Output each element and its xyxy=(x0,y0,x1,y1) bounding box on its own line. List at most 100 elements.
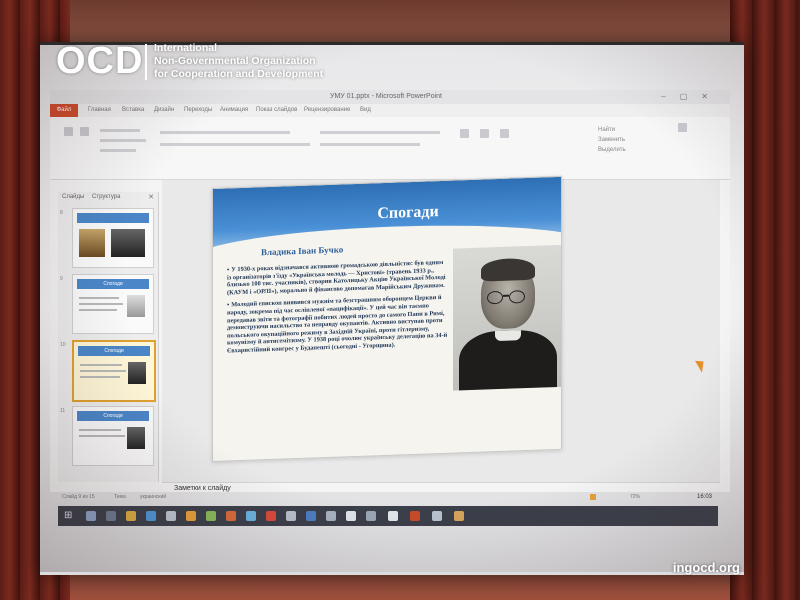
slide-number: 10 xyxy=(60,342,66,348)
status-bar: Слайд 9 из 15 Тема украинский 72% 16:03 xyxy=(50,492,730,502)
app-icon[interactable] xyxy=(366,511,376,521)
powerpoint-icon[interactable] xyxy=(410,511,420,521)
tab-animation[interactable]: Анимация xyxy=(220,107,248,113)
slide-counter: Слайд 9 из 15 xyxy=(62,494,95,500)
paste-icon[interactable] xyxy=(64,127,73,136)
shapes-icon[interactable] xyxy=(460,129,469,138)
app-icon[interactable] xyxy=(286,511,296,521)
thumb-text-line xyxy=(80,376,120,378)
thumb-photo xyxy=(127,295,145,317)
app-icon[interactable] xyxy=(206,511,216,521)
app-icon[interactable] xyxy=(166,511,176,521)
bullet-icon: ▪ xyxy=(227,301,230,309)
ribbon-group xyxy=(100,129,140,132)
normal-view-icon[interactable] xyxy=(590,494,596,500)
wall xyxy=(70,0,730,48)
paragraph-group xyxy=(320,143,420,146)
select-button[interactable]: Выделить xyxy=(598,147,626,153)
organization-name: International Non-Governmental Organizat… xyxy=(154,42,323,81)
thumb-photo xyxy=(127,427,145,449)
thumb-text-line xyxy=(79,309,117,311)
thumb-text-line xyxy=(79,303,123,305)
thumb-header: Спогади xyxy=(78,346,150,356)
slide-paragraph: ▪ У 1930-х роках відзначався активною гро… xyxy=(227,259,449,297)
font-group xyxy=(160,131,290,134)
tab-slideshow[interactable]: Показ слайдов xyxy=(256,107,297,113)
thumb-text-line xyxy=(80,370,126,372)
thumb-title: Спогади xyxy=(104,348,124,354)
notes-placeholder: Заметки к слайду xyxy=(174,485,231,492)
ribbon-group xyxy=(100,149,136,152)
thumb-text-line xyxy=(79,435,125,437)
logo-divider xyxy=(145,44,147,80)
browser-icon[interactable] xyxy=(146,511,156,521)
slide-thumbnail[interactable] xyxy=(72,208,154,268)
app-icon[interactable] xyxy=(306,511,316,521)
tab-review[interactable]: Рецензирование xyxy=(304,107,350,113)
replace-button[interactable]: Заменить xyxy=(598,137,625,143)
current-slide[interactable]: Спогади Владика Іван Бучко ▪ У 1930-х рок… xyxy=(212,175,562,463)
app-icon[interactable] xyxy=(246,511,256,521)
slide-number: 9 xyxy=(60,276,63,282)
thumb-header xyxy=(77,213,149,223)
search-icon[interactable] xyxy=(86,511,96,521)
app-icon[interactable] xyxy=(266,511,276,521)
app-icon[interactable] xyxy=(226,511,236,521)
slide-thumbnail[interactable]: Спогади xyxy=(72,406,154,466)
document-icon[interactable] xyxy=(678,123,687,132)
find-button[interactable]: Найти xyxy=(598,127,615,133)
app-icon[interactable] xyxy=(326,511,336,521)
app-icon[interactable] xyxy=(186,511,196,521)
bullet-icon: ▪ xyxy=(227,266,230,274)
tab-transitions[interactable]: Переходы xyxy=(184,107,212,113)
task-view-icon[interactable] xyxy=(106,511,116,521)
slide-number: 8 xyxy=(60,210,63,216)
clock: 16:03 xyxy=(696,494,712,500)
org-line: Non-Governmental Organization xyxy=(154,55,316,67)
tab-insert[interactable]: Вставка xyxy=(122,107,144,113)
file-tab[interactable]: Файл xyxy=(50,104,78,117)
ribbon-tabs: Главная Вставка Дизайн Переходы Анимация… xyxy=(50,104,730,117)
ocd-logo: OCD xyxy=(56,40,144,82)
arrange-icon[interactable] xyxy=(480,129,489,138)
thumb-text-line xyxy=(80,364,122,366)
website-watermark: ingocd.org xyxy=(672,560,740,575)
thumb-title: Спогади xyxy=(103,413,123,419)
close-icon[interactable]: ✕ xyxy=(148,193,154,201)
ribbon: Найти Заменить Выделить xyxy=(50,117,730,180)
windows-start-icon[interactable]: ⊞ xyxy=(64,511,72,521)
slide-paragraph-text: Молодий єпископ виявився мужнім та безст… xyxy=(227,294,448,355)
taskbar: ⊞ xyxy=(58,506,718,526)
new-slide-icon[interactable] xyxy=(80,127,89,136)
tab-design[interactable]: Дизайн xyxy=(154,107,174,113)
org-line: for Cooperation and Development xyxy=(154,68,324,80)
thumb-text-line xyxy=(79,429,121,431)
title-bar: УМУ 01.pptx - Microsoft PowerPoint –▢✕ xyxy=(50,90,730,104)
thumb-title: Спогади xyxy=(103,281,123,287)
tab-home[interactable]: Главная xyxy=(88,107,111,113)
slide-body: ▪ У 1930-х роках відзначався активною гро… xyxy=(227,259,449,360)
window-controls-icon[interactable]: –▢✕ xyxy=(661,90,722,104)
thumb-photo xyxy=(79,229,105,257)
thumb-photo xyxy=(111,229,145,257)
slide-thumbnail-selected[interactable]: Спогади xyxy=(72,340,156,402)
thumb-header: Спогади xyxy=(77,411,149,421)
styles-icon[interactable] xyxy=(500,129,509,138)
portrait-collar xyxy=(495,330,521,342)
app-icon[interactable] xyxy=(346,511,356,521)
glasses-bridge xyxy=(503,294,509,297)
app-icon[interactable] xyxy=(454,511,464,521)
slide-paragraph-text: У 1930-х роках відзначався активною гром… xyxy=(227,258,446,297)
explorer-icon[interactable] xyxy=(126,511,136,521)
app-icon[interactable] xyxy=(388,511,398,521)
portrait-hair xyxy=(481,257,535,282)
slide-thumbnail[interactable]: Спогади xyxy=(72,274,154,334)
zoom-level[interactable]: 72% xyxy=(630,492,640,502)
slide-paragraph: ▪ Молодий єпископ виявився мужнім та безс… xyxy=(227,294,449,355)
tab-outline[interactable]: Структура xyxy=(92,194,120,200)
window-title: УМУ 01.pptx - Microsoft PowerPoint xyxy=(330,93,442,100)
tab-view[interactable]: Вид xyxy=(360,107,371,113)
app-icon[interactable] xyxy=(432,511,442,521)
tab-slides[interactable]: Слайды xyxy=(62,194,84,200)
paragraph-group xyxy=(320,131,440,134)
